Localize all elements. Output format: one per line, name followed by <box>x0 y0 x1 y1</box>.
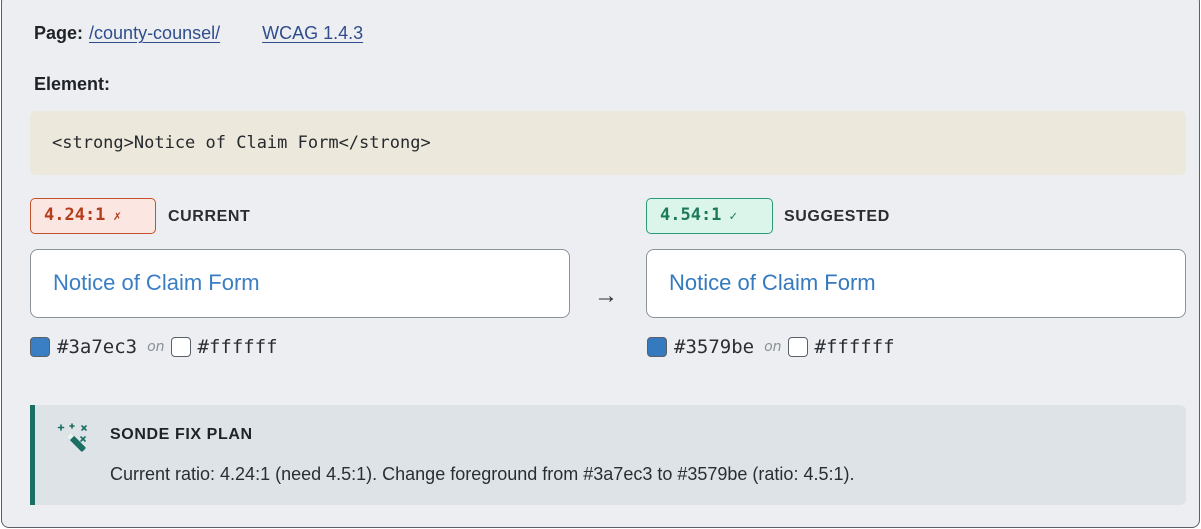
suggested-ratio-value: 4.54:1 <box>660 205 722 225</box>
suggested-preview: Notice of Claim Form <box>646 249 1186 318</box>
current-colors: #3a7ec3 on #ffffff <box>30 336 278 358</box>
suggested-title: SUGGESTED <box>784 208 890 225</box>
suggested-bg-hex: #ffffff <box>814 336 895 358</box>
current-preview: Notice of Claim Form <box>30 249 570 318</box>
suggested-fg-swatch <box>647 337 667 357</box>
current-ratio-badge: 4.24:1 ✗ <box>30 198 156 234</box>
element-code: <strong>Notice of Claim Form</strong> <box>30 111 1186 175</box>
page-path-link[interactable]: /county-counsel/ <box>89 22 220 44</box>
suggested-ratio-badge: 4.54:1 ✓ <box>646 198 773 234</box>
suggested-bg-swatch <box>787 337 808 357</box>
fail-icon: ✗ <box>113 209 122 224</box>
current-ratio-value: 4.24:1 <box>44 205 106 225</box>
fix-plan-title: SONDE FIX PLAN <box>110 426 253 443</box>
current-bg-swatch <box>170 337 191 357</box>
current-title: CURRENT <box>168 208 251 225</box>
page-label: Page: <box>34 23 84 43</box>
issue-card: Page: /county-counsel/ WCAG 1.4.3 Elemen… <box>1 0 1200 528</box>
suggested-on-label: on <box>764 339 782 355</box>
fix-plan-text: Current ratio: 4.24:1 (need 4.5:1). Chan… <box>110 464 855 484</box>
element-label: Element: <box>34 74 111 94</box>
current-bg-hex: #ffffff <box>197 336 278 358</box>
suggested-colors: #3579be on #ffffff <box>647 336 895 358</box>
pass-icon: ✓ <box>729 209 738 224</box>
arrow-right-icon: → <box>594 282 618 309</box>
suggested-fg-hex: #3579be <box>674 336 755 358</box>
magic-wand-icon <box>57 423 87 452</box>
wcag-criterion-link[interactable]: WCAG 1.4.3 <box>262 22 363 44</box>
fix-plan-panel: SONDE FIX PLAN Current ratio: 4.24:1 (ne… <box>30 405 1186 505</box>
current-fg-swatch <box>30 337 50 357</box>
current-fg-hex: #3a7ec3 <box>57 336 138 358</box>
page-info: Page: /county-counsel/ WCAG 1.4.3 <box>34 22 363 44</box>
current-on-label: on <box>147 339 165 355</box>
